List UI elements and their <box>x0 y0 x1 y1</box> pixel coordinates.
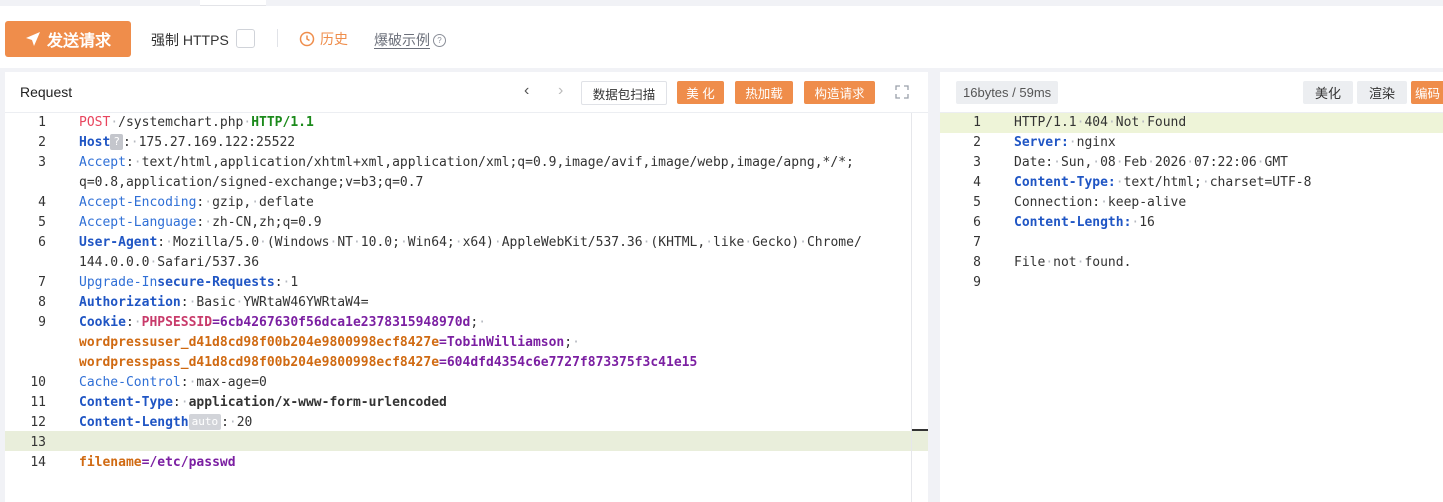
history-label: 历史 <box>320 31 348 47</box>
request-title: Request <box>20 84 73 100</box>
response-panel-header: 16bytes / 59ms 美化 渲染 编码 <box>940 72 1443 113</box>
expand-icon[interactable] <box>895 85 909 99</box>
response-panel: 16bytes / 59ms 美化 渲染 编码 1 HTTP/1.1·404·No… <box>940 72 1443 502</box>
toolbar-divider <box>277 29 278 47</box>
clock-icon <box>299 31 315 47</box>
scrollbar-marker <box>912 429 928 431</box>
construct-request-button[interactable]: 构造请求 <box>804 81 875 104</box>
send-icon <box>25 32 40 46</box>
request-panel-header: Request ‹ › 数据包扫描 美 化 热加载 构造请求 <box>5 72 928 113</box>
editor-scrollbar[interactable] <box>911 113 912 502</box>
render-button[interactable]: 渲染 <box>1357 81 1407 104</box>
request-toolbar: 发送请求 强制 HTTPS 历史 爆破示例 ? <box>0 6 1443 68</box>
send-request-label: 发送请求 <box>46 33 111 50</box>
host-help-badge[interactable]: ? <box>110 134 123 150</box>
beautify-button[interactable]: 美 化 <box>677 81 724 104</box>
prev-arrow-icon[interactable]: ‹ <box>524 82 529 100</box>
examples-label: 爆破示例 <box>374 32 430 48</box>
encode-button[interactable]: 编码 <box>1411 81 1443 104</box>
response-stats: 16bytes / 59ms <box>956 81 1059 104</box>
force-https-label: 强制 HTTPS <box>151 32 229 48</box>
current-line-highlight <box>5 431 928 451</box>
response-beautify-button[interactable]: 美化 <box>1303 81 1353 104</box>
history-button[interactable]: 历史 <box>299 29 348 49</box>
hot-load-button[interactable]: 热加载 <box>735 81 793 104</box>
request-panel: Request ‹ › 数据包扫描 美 化 热加载 构造请求 1 POST·/sy… <box>5 72 928 502</box>
next-arrow-icon[interactable]: › <box>558 82 563 100</box>
send-request-button[interactable]: 发送请求 <box>5 21 131 57</box>
force-https-checkbox[interactable] <box>236 29 255 48</box>
auto-badge[interactable]: auto <box>188 414 222 430</box>
packet-scan-button[interactable]: 数据包扫描 <box>581 81 667 105</box>
examples-link[interactable]: 爆破示例 ? <box>374 30 446 50</box>
help-icon: ? <box>433 33 446 47</box>
